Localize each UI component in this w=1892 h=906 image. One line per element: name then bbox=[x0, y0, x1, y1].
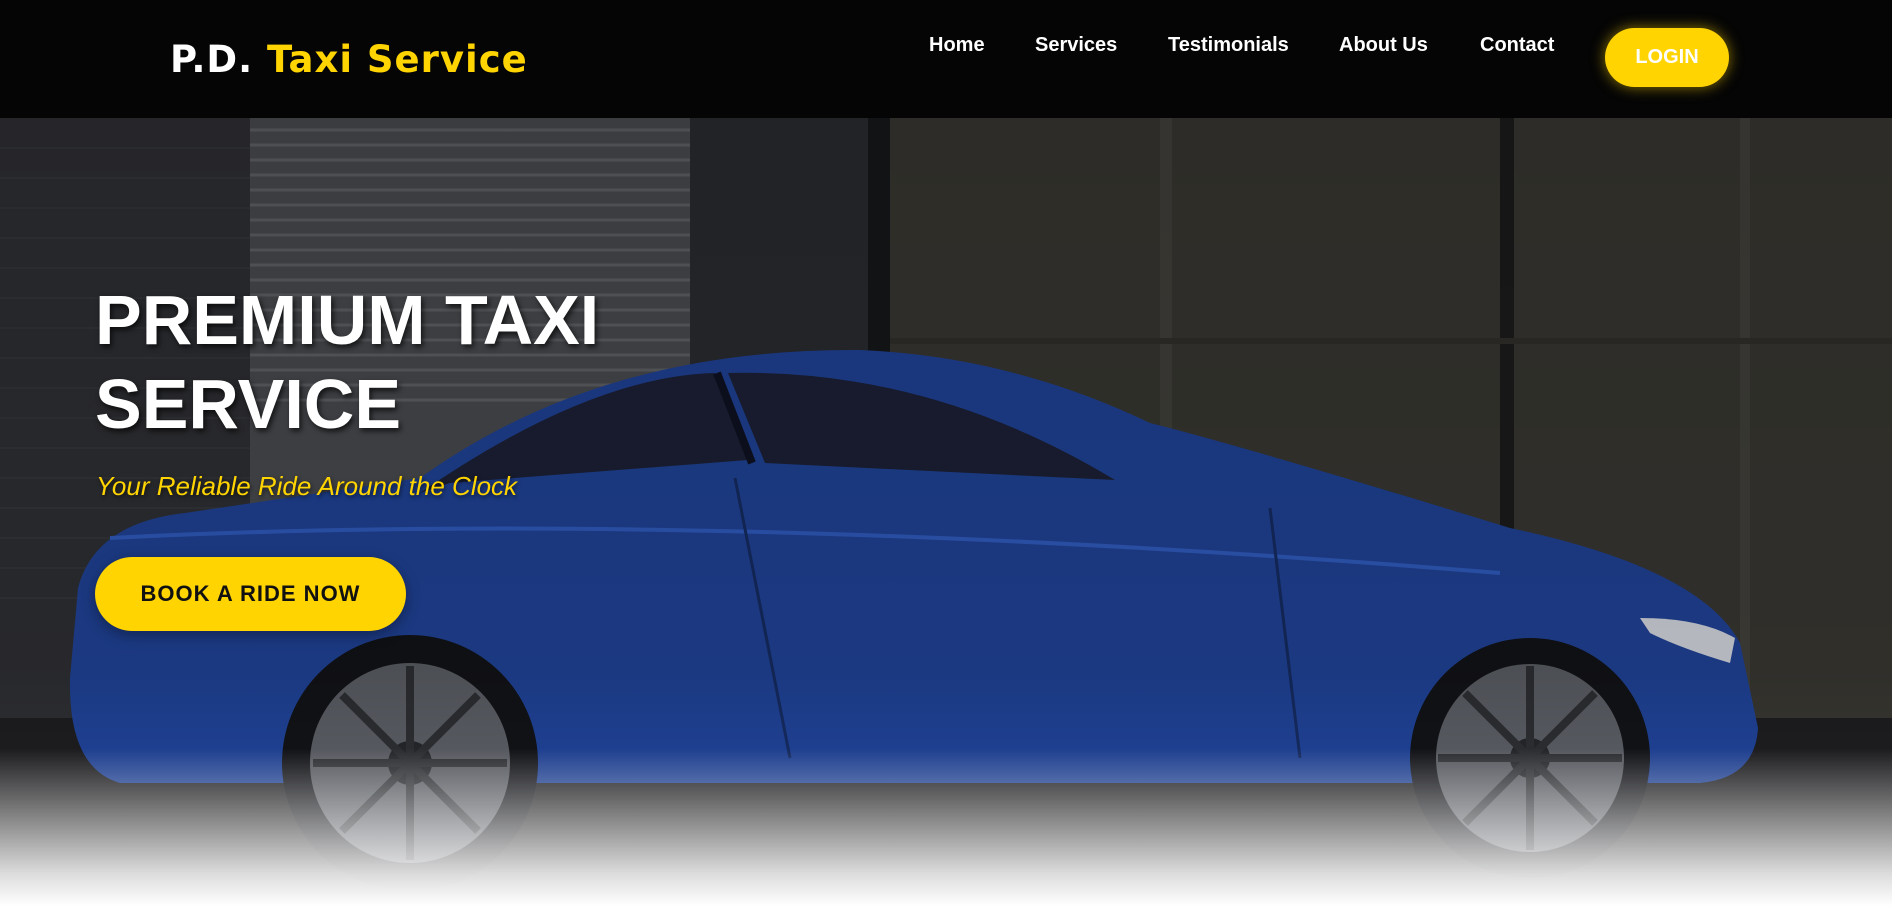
hero-overlay bbox=[0, 118, 1892, 906]
login-button[interactable]: LOGIN bbox=[1605, 28, 1729, 87]
nav-testimonials[interactable]: Testimonials bbox=[1168, 33, 1289, 57]
book-ride-button[interactable]: BOOK A RIDE NOW bbox=[95, 557, 406, 631]
brand-logo[interactable]: P.D. Taxi Service bbox=[170, 36, 528, 84]
hero-subtitle: Your Reliable Ride Around the Clock bbox=[96, 471, 518, 501]
brand-prefix: P.D. bbox=[170, 38, 254, 81]
navbar: P.D. Taxi Service Home Services Testimon… bbox=[0, 0, 1892, 118]
nav-contact[interactable]: Contact bbox=[1480, 33, 1554, 57]
nav-services[interactable]: Services bbox=[1035, 33, 1117, 57]
hero-section: PREMIUM TAXI SERVICE Your Reliable Ride … bbox=[0, 118, 1892, 906]
nav-home[interactable]: Home bbox=[929, 33, 985, 57]
brand-name: Taxi Service bbox=[267, 38, 528, 81]
hero-title: PREMIUM TAXI SERVICE bbox=[95, 281, 600, 443]
nav-about-us[interactable]: About Us bbox=[1339, 33, 1428, 57]
